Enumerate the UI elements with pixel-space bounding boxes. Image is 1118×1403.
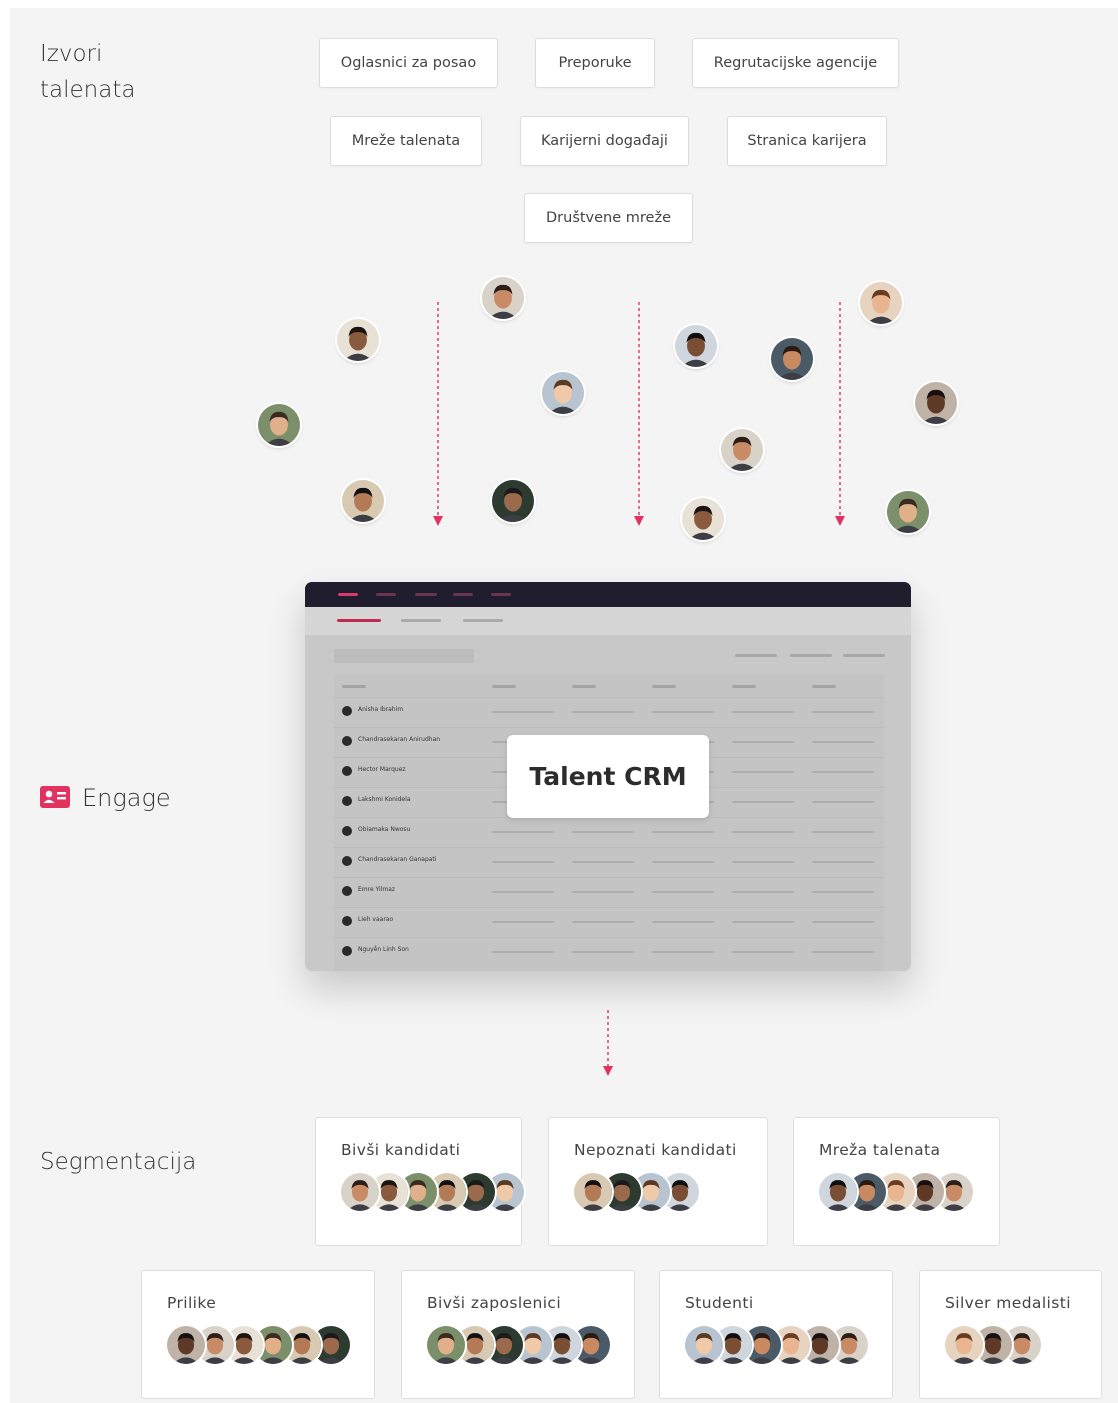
candidate-avatar bbox=[887, 491, 929, 533]
source-chip-social-media: Društvene mreže bbox=[524, 193, 693, 243]
crm-row-name: Anisha Ibrahim bbox=[358, 706, 404, 713]
crm-row-name: Hector Marquez bbox=[358, 766, 406, 773]
crm-row-avatar bbox=[342, 706, 352, 716]
segment-card: Nepoznati kandidati bbox=[548, 1117, 768, 1246]
segment-card-title: Bivši zaposlenici bbox=[427, 1294, 562, 1312]
segment-member-avatar bbox=[167, 1326, 205, 1364]
candidate-avatar bbox=[860, 282, 902, 324]
crm-table-row: Anisha Ibrahim bbox=[334, 697, 884, 728]
source-chip-referrals: Preporuke bbox=[535, 38, 655, 88]
segment-card: Mreža talenata bbox=[793, 1117, 1000, 1246]
candidate-avatar bbox=[682, 498, 724, 540]
arrow-down-icon bbox=[833, 302, 847, 530]
segment-card-title: Silver medalisti bbox=[945, 1294, 1071, 1312]
crm-row-avatar bbox=[342, 826, 352, 836]
arrow-down-icon bbox=[431, 302, 445, 530]
candidate-avatar bbox=[492, 480, 534, 522]
crm-row-name: Lakshmi Konidela bbox=[358, 796, 411, 803]
crm-tabbar bbox=[305, 607, 911, 635]
segment-card: Bivši kandidati bbox=[315, 1117, 524, 1246]
source-chip-career-page: Stranica karijera bbox=[727, 116, 887, 166]
crm-row-name: Chandrasekaran Anirudhan bbox=[358, 736, 441, 743]
crm-row-avatar bbox=[342, 946, 352, 956]
crm-row-name: Lieh vaarao bbox=[358, 916, 394, 923]
candidate-avatar bbox=[771, 338, 813, 380]
crm-table-row: Nguyễn Linh Son bbox=[334, 937, 884, 968]
segment-member-avatar bbox=[574, 1173, 612, 1211]
crm-row-avatar bbox=[342, 916, 352, 926]
segment-member-avatar bbox=[685, 1326, 723, 1364]
crm-row-name: Nguyễn Linh Son bbox=[358, 946, 409, 953]
segment-card: Prilike bbox=[141, 1270, 375, 1399]
candidate-avatar bbox=[915, 382, 957, 424]
crm-row-avatar bbox=[342, 796, 352, 806]
crm-row-name: Chandrasekaran Ganapati bbox=[358, 856, 437, 863]
candidate-avatar bbox=[482, 277, 524, 319]
crm-table-row: Lieh vaarao bbox=[334, 907, 884, 938]
candidate-avatar bbox=[337, 319, 379, 361]
segment-card-title: Bivši kandidati bbox=[341, 1141, 461, 1159]
crm-table-row: Emre Yilmaz bbox=[334, 877, 884, 908]
segment-card-title: Prilike bbox=[167, 1294, 217, 1312]
arrow-down-icon bbox=[601, 1010, 615, 1082]
talent-crm-label: Talent CRM bbox=[507, 735, 709, 818]
crm-table-row: Chandrasekaran Ganapati bbox=[334, 847, 884, 878]
segment-card-title: Nepoznati kandidati bbox=[574, 1141, 737, 1159]
sources-section-label: Izvori talenata bbox=[40, 41, 136, 103]
candidate-avatar bbox=[342, 480, 384, 522]
segmentation-section-label: Segmentacija bbox=[40, 1149, 197, 1175]
arrow-down-icon bbox=[632, 302, 646, 530]
segment-card-title: Studenti bbox=[685, 1294, 754, 1312]
engage-label: Engage bbox=[82, 784, 171, 812]
source-chip-agencies: Regrutacijske agencije bbox=[692, 38, 899, 88]
crm-row-name: Obiamaka Nwosu bbox=[358, 826, 411, 833]
crm-topbar bbox=[305, 582, 911, 607]
candidate-avatar bbox=[258, 404, 300, 446]
segment-member-avatar bbox=[427, 1326, 465, 1364]
candidate-avatar bbox=[721, 429, 763, 471]
segment-card: Silver medalisti bbox=[919, 1270, 1102, 1399]
crm-row-name: Emre Yilmaz bbox=[358, 886, 396, 893]
crm-row-avatar bbox=[342, 856, 352, 866]
segment-card: Bivši zaposlenici bbox=[401, 1270, 635, 1399]
source-chip-career-events: Karijerni događaji bbox=[520, 116, 689, 166]
segment-card: Studenti bbox=[659, 1270, 893, 1399]
crm-row-avatar bbox=[342, 766, 352, 776]
crm-table-row: Obiamaka Nwosu bbox=[334, 817, 884, 848]
crm-search-placeholder bbox=[334, 649, 474, 663]
crm-row-avatar bbox=[342, 886, 352, 896]
candidate-avatar bbox=[675, 325, 717, 367]
contact-card-icon bbox=[40, 786, 70, 808]
crm-candidate-table: Anisha Ibrahim Chandrasekaran Anirudhan He… bbox=[334, 674, 884, 971]
segment-card-title: Mreža talenata bbox=[819, 1141, 941, 1159]
candidate-avatar bbox=[542, 372, 584, 414]
segment-member-avatar bbox=[819, 1173, 857, 1211]
segment-member-avatar bbox=[945, 1326, 983, 1364]
source-chip-talent-networks: Mreže talenata bbox=[330, 116, 482, 166]
source-chip-job-boards: Oglasnici za posao bbox=[319, 38, 498, 88]
segment-member-avatar bbox=[341, 1173, 379, 1211]
crm-row-avatar bbox=[342, 736, 352, 746]
